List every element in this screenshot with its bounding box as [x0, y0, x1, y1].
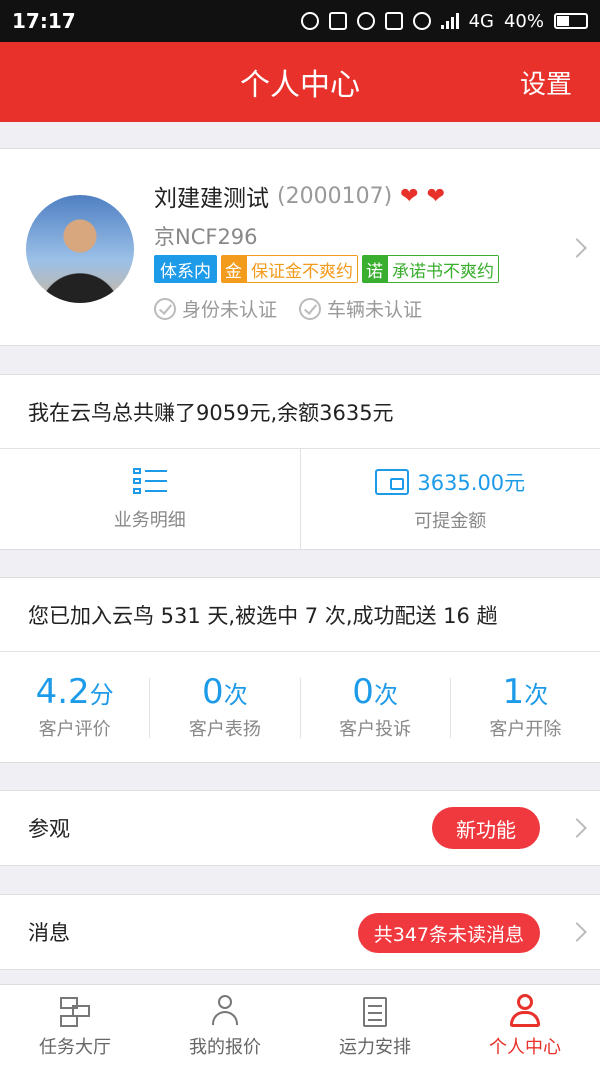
profile-badges: 体系内 金 保证金不爽约 诺 承诺书不爽约: [154, 255, 499, 283]
vibrate-icon: [328, 12, 347, 30]
tab-label: 运力安排: [339, 1037, 411, 1058]
battery-icon: [554, 13, 588, 29]
earnings-summary: 我在云鸟总共赚了9059元,余额3635元: [0, 375, 600, 449]
visit-label: 参观: [28, 817, 70, 841]
profile-name: 刘建建测试: [154, 186, 269, 212]
signal-icon: [440, 13, 459, 29]
stat-value: 1: [502, 672, 525, 712]
status-bar: 17:17 4G 40%: [0, 0, 600, 42]
tab-capacity-plan[interactable]: 运力安排: [300, 985, 450, 1067]
vehicle-verify: 车辆未认证: [299, 295, 422, 322]
business-detail-button[interactable]: 业务明细: [0, 449, 300, 550]
chevron-right-icon: [567, 238, 587, 258]
my-quote-icon: [206, 993, 244, 1029]
stat-unit: 次: [223, 681, 248, 709]
stats-card: 您已加入云鸟 531 天,被选中 7 次,成功配送 16 趟 4.2分 客户评价…: [0, 577, 600, 763]
unread-messages-badge: 共347条未读消息: [357, 913, 540, 953]
promise-badge: 诺 承诺书不爽约: [362, 255, 499, 283]
promise-badge-key: 诺: [362, 255, 387, 283]
business-detail-label: 业务明细: [113, 509, 186, 531]
bottom-tab-bar: 任务大厅 我的报价 运力安排 个人中心: [0, 984, 600, 1067]
alarm-icon: [356, 12, 375, 30]
profile-card[interactable]: 刘建建测试 (2000107) ❤ ❤ 京NCF296 体系内 金 保证金不爽约…: [0, 148, 600, 346]
heart-icon: ❤: [400, 183, 419, 209]
messages-row[interactable]: 消息 共347条未读消息: [0, 894, 600, 970]
visit-row[interactable]: 参观 新功能: [0, 790, 600, 866]
earnings-card: 我在云鸟总共赚了9059元,余额3635元 业务明细 3635.00元 可提金额: [0, 374, 600, 550]
list-icon: [132, 467, 167, 496]
deposit-badge-value: 保证金不爽约: [246, 255, 358, 283]
hd-icon: [384, 12, 403, 30]
deposit-badge-key: 金: [221, 255, 246, 283]
wifi-icon: [412, 12, 431, 30]
tab-label: 任务大厅: [39, 1037, 111, 1058]
stat-value: 0: [352, 672, 374, 712]
app-header: 个人中心 设置: [0, 42, 600, 122]
stat-praise[interactable]: 0次 客户表扬: [149, 674, 299, 740]
stat-label: 客户表扬: [188, 719, 261, 740]
tab-label: 个人中心: [489, 1037, 561, 1058]
check-circle-icon: [299, 297, 322, 320]
tab-my-quote[interactable]: 我的报价: [150, 985, 300, 1067]
stat-label: 客户开除: [489, 719, 562, 740]
new-feature-badge: 新功能: [432, 807, 540, 849]
chevron-right-icon: [567, 818, 587, 838]
withdraw-button[interactable]: 3635.00元 可提金额: [299, 449, 600, 550]
system-badge: 体系内: [154, 255, 217, 283]
stat-unit: 分: [89, 681, 114, 709]
promise-badge-value: 承诺书不爽约: [387, 255, 499, 283]
stat-value: 0: [202, 672, 224, 712]
stat-value: 4.2: [35, 672, 90, 712]
messages-label: 消息: [28, 921, 70, 945]
tab-label: 我的报价: [189, 1037, 261, 1058]
location-icon: [300, 12, 319, 30]
verification-status: 身份未认证 车辆未认证: [154, 295, 422, 322]
battery-percent: 40%: [503, 10, 544, 32]
wallet-icon: [375, 468, 410, 495]
deposit-badge: 金 保证金不爽约: [221, 255, 358, 283]
profile-user-id: (2000107): [277, 183, 393, 209]
stats-summary: 您已加入云鸟 531 天,被选中 7 次,成功配送 16 趟: [0, 578, 600, 652]
heart-icon: ❤: [426, 183, 446, 209]
task-hall-icon: [56, 993, 94, 1029]
tab-task-hall[interactable]: 任务大厅: [0, 985, 150, 1067]
avatar: [26, 195, 134, 303]
page-title: 个人中心: [240, 68, 360, 103]
status-time: 17:17: [12, 9, 76, 33]
license-plate: 京NCF296: [154, 225, 258, 249]
stat-label: 客户投诉: [339, 719, 412, 740]
withdraw-amount: 3635.00元: [417, 470, 526, 495]
tab-profile[interactable]: 个人中心: [450, 985, 600, 1067]
stat-dismissals[interactable]: 1次 客户开除: [449, 674, 600, 740]
network-type: 4G: [468, 10, 494, 32]
stat-label: 客户评价: [38, 719, 111, 740]
identity-verify: 身份未认证: [154, 295, 277, 322]
check-circle-icon: [154, 297, 176, 320]
stat-unit: 次: [373, 681, 398, 709]
withdraw-label: 可提金额: [414, 510, 487, 532]
settings-button[interactable]: 设置: [520, 64, 572, 101]
stat-complaints[interactable]: 0次 客户投诉: [299, 674, 450, 740]
vehicle-verify-label: 车辆未认证: [327, 299, 423, 321]
profile-name-row: 刘建建测试 (2000107) ❤ ❤: [154, 179, 445, 213]
status-icons: 4G 40%: [300, 10, 588, 32]
identity-verify-label: 身份未认证: [182, 299, 278, 321]
profile-icon: [506, 993, 544, 1029]
stat-unit: 次: [524, 681, 549, 709]
capacity-plan-icon: [356, 993, 394, 1029]
chevron-right-icon: [567, 922, 587, 942]
stat-rating[interactable]: 4.2分 客户评价: [0, 674, 149, 740]
